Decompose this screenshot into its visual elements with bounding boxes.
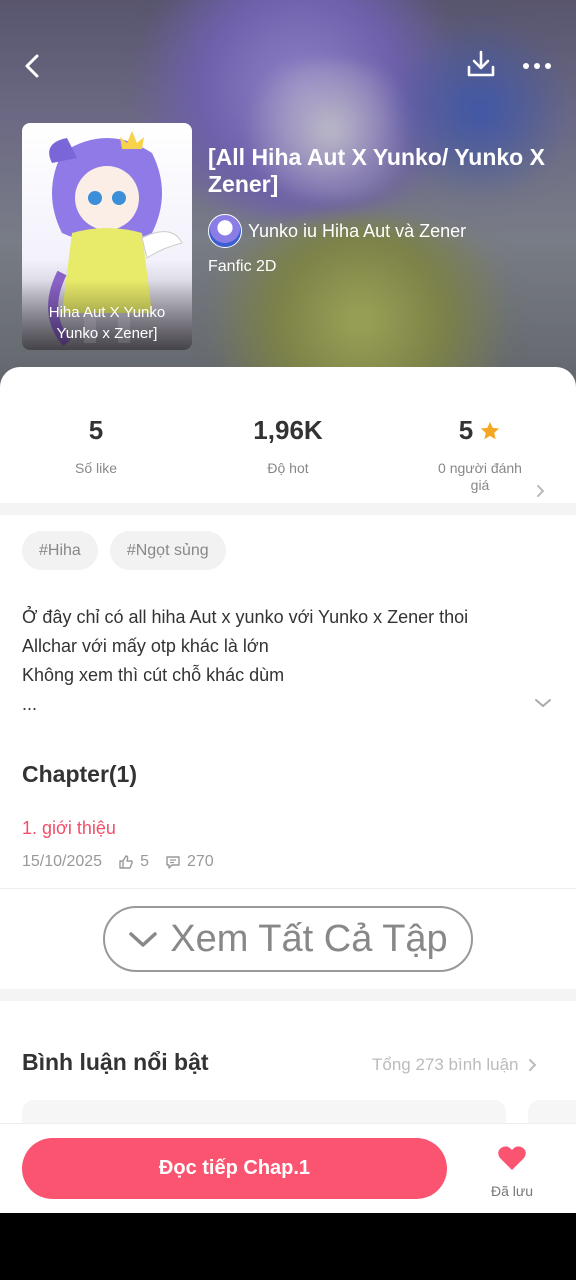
- hot-label: Độ hot: [267, 460, 309, 476]
- chapter-heading: Chapter(1): [22, 761, 138, 787]
- stat-rating[interactable]: 5 0 người đánh giá: [405, 415, 555, 494]
- chapter-comments: 270: [186, 853, 214, 870]
- author-row[interactable]: Yunko iu Hiha Aut và Zener: [208, 214, 466, 248]
- description-line: ...: [22, 694, 38, 714]
- star-icon: [481, 421, 500, 439]
- description[interactable]: Ở đây chỉ có all hiha Aut x yunko với Yu…: [22, 603, 542, 719]
- comments-total-link[interactable]: Tổng 273 bình luận: [372, 1055, 537, 1075]
- heart-icon: [498, 1146, 526, 1170]
- story-title: [All Hiha Aut X Yunko/ Yunko X Zener]: [208, 144, 545, 197]
- rating-value: 5: [458, 415, 474, 445]
- back-button[interactable]: [10, 44, 54, 88]
- top-bar: [0, 40, 576, 92]
- saved-label: Đã lưu: [490, 1183, 534, 1199]
- likes-label: Số like: [74, 460, 118, 476]
- chapter-date: 15/10/2025: [22, 853, 103, 870]
- chapter-item-1-title[interactable]: 1. giới thiệu: [22, 818, 116, 839]
- hot-value: 1,96K: [253, 415, 323, 445]
- section-divider: [0, 503, 576, 515]
- see-all-chapters-button[interactable]: Xem Tất Cả Tập: [103, 906, 473, 972]
- more-dots-icon: [523, 63, 551, 69]
- stats-row: 5 Số like 1,96K Độ hot 5 0 người đánh gi…: [0, 387, 576, 497]
- comment-icon: [166, 856, 180, 869]
- chevron-right-icon[interactable]: [534, 483, 546, 499]
- author-name: Yunko iu Hiha Aut và Zener: [248, 220, 467, 241]
- tag-hiha[interactable]: #Hiha: [22, 531, 98, 570]
- back-arrow-icon: [25, 54, 39, 78]
- description-line: Allchar với mấy otp khác là lớn: [22, 636, 269, 656]
- saved-button[interactable]: Đã lưu: [480, 1144, 544, 1199]
- tag-ngot-sung[interactable]: #Ngọt sủng: [109, 531, 226, 570]
- story-cover[interactable]: Hiha Aut X Yunko Yunko x Zener]: [22, 123, 192, 350]
- more-button[interactable]: [515, 44, 559, 88]
- stat-hot: 1,96K Độ hot: [213, 415, 363, 477]
- continue-reading-button[interactable]: Đọc tiếp Chap.1: [22, 1138, 447, 1199]
- story-detail-screen: Hiha Aut X Yunko Yunko x Zener] [All Hih…: [0, 0, 576, 1213]
- download-button[interactable]: [459, 42, 503, 86]
- chapter-item-1-meta: 15/10/2025 5 270: [22, 853, 214, 871]
- content-sheet: 5 Số like 1,96K Độ hot 5 0 người đánh gi…: [0, 367, 576, 1213]
- cover-caption: Hiha Aut X Yunko Yunko x Zener]: [22, 280, 192, 350]
- likes-value: 5: [88, 415, 104, 445]
- genre-label: Fanfic 2D: [208, 258, 277, 275]
- description-line: Không xem thì cút chỗ khác dùm: [22, 665, 285, 685]
- download-icon: [467, 50, 495, 77]
- rating-label: 0 người đánh giá: [438, 460, 522, 493]
- expand-chevron-icon[interactable]: [532, 696, 554, 710]
- divider: [0, 888, 576, 889]
- stat-likes: 5 Số like: [21, 415, 171, 477]
- bottom-action-bar: Đọc tiếp Chap.1 Đã lưu: [0, 1123, 576, 1213]
- comments-heading: Bình luận nổi bật: [22, 1049, 209, 1075]
- chapter-likes: 5: [140, 853, 149, 870]
- hero-background: Hiha Aut X Yunko Yunko x Zener] [All Hih…: [0, 0, 576, 400]
- description-line: Ở đây chỉ có all hiha Aut x yunko với Yu…: [22, 607, 469, 627]
- see-all-label: Xem Tất Cả Tập: [170, 917, 448, 960]
- comments-total-label: Tổng 273 bình luận: [372, 1055, 519, 1074]
- chevron-down-icon: [129, 932, 158, 947]
- author-avatar: [208, 214, 242, 248]
- tag-list: #Hiha #Ngọt sủng: [22, 531, 226, 570]
- thumbs-up-icon: [119, 855, 133, 869]
- chevron-right-icon: [528, 1059, 536, 1071]
- section-divider: [0, 989, 576, 1001]
